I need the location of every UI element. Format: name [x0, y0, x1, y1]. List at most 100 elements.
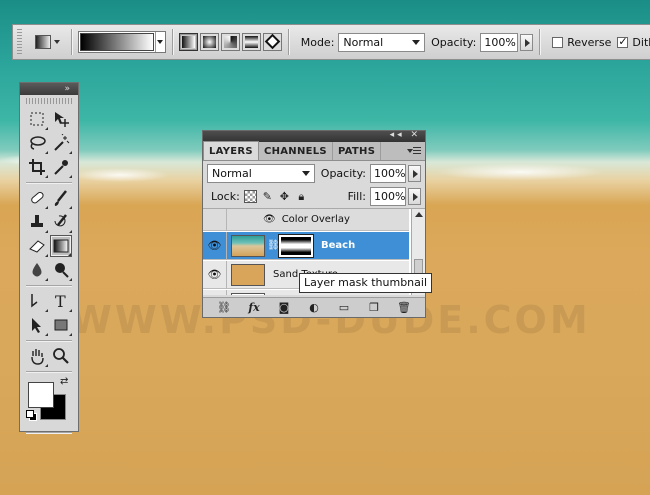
gradient-picker[interactable] — [77, 31, 166, 53]
layer-opacity-slider-button[interactable] — [408, 164, 421, 182]
gradient-tool[interactable] — [50, 235, 72, 257]
adjustment-layer-icon[interactable]: ◐ — [307, 301, 321, 314]
blur-tool[interactable] — [26, 259, 48, 281]
chevron-down-icon — [301, 170, 310, 176]
dither-option[interactable]: Dithe — [617, 35, 650, 49]
new-group-icon[interactable]: ▭ — [337, 301, 351, 314]
effect-visibility-icon[interactable]: 👁︎ — [263, 214, 276, 225]
options-bar-grip[interactable] — [17, 29, 23, 55]
lock-all-icon[interactable]: 🔒︎ — [295, 190, 308, 203]
tab-paths[interactable]: PATHS — [333, 142, 382, 160]
tool-preset-picker[interactable] — [30, 30, 65, 54]
diamond-gradient-button[interactable] — [262, 33, 282, 51]
marquee-tool[interactable] — [26, 108, 48, 130]
history-brush-tool[interactable] — [50, 211, 72, 233]
opacity-slider-button[interactable] — [520, 33, 534, 51]
eraser-tool[interactable] — [26, 235, 48, 257]
linear-gradient-button[interactable] — [178, 33, 198, 51]
eye-icon[interactable]: 👁︎ — [203, 231, 227, 260]
divider — [171, 29, 173, 55]
color-swatches: ⇄ — [26, 376, 72, 428]
zoom-tool[interactable] — [50, 345, 72, 367]
layer-thumbnail[interactable] — [231, 263, 265, 286]
divider — [26, 432, 72, 433]
dodge-tool[interactable] — [50, 259, 72, 281]
foreground-color-swatch[interactable] — [28, 382, 54, 408]
trash-icon[interactable]: 🗑︎ — [397, 301, 411, 314]
gradient-dropdown-button[interactable] — [154, 32, 165, 52]
eyedropper-tool[interactable] — [50, 156, 72, 178]
gradient-tool-preset-icon — [35, 35, 52, 49]
shape-tool[interactable] — [50, 314, 72, 336]
link-layers-icon[interactable]: ⛓︎ — [217, 301, 231, 314]
move-tool[interactable] — [50, 108, 72, 130]
path-selection-tool[interactable] — [26, 314, 48, 336]
panel-menu-icon[interactable] — [407, 146, 421, 156]
fx-icon[interactable]: fx — [247, 301, 261, 314]
layer-mask-thumbnail[interactable] — [278, 233, 314, 258]
tab-channels[interactable]: CHANNELS — [259, 142, 333, 160]
link-icon[interactable]: ⛓︎ — [267, 240, 280, 251]
pen-tool[interactable] — [26, 290, 48, 312]
crop-icon — [29, 159, 45, 175]
new-layer-icon[interactable]: ❐ — [367, 301, 381, 314]
default-colors-icon[interactable] — [26, 410, 37, 421]
layer-row-beach[interactable]: 👁︎ ⛓︎ Beach — [203, 231, 409, 260]
layer-visibility-cell[interactable] — [203, 289, 227, 295]
reverse-checkbox[interactable] — [552, 36, 564, 48]
magic-wand-tool[interactable] — [50, 132, 72, 154]
mode-select[interactable]: Normal — [338, 32, 426, 52]
crop-tool[interactable] — [26, 156, 48, 178]
layer-opacity-input[interactable]: 100% — [370, 163, 406, 183]
layer-name[interactable]: Beach — [321, 240, 355, 251]
tab-layers[interactable]: LAYERS — [203, 141, 259, 160]
opacity-input[interactable]: 100% — [480, 32, 519, 52]
blend-mode-value: Normal — [212, 166, 252, 180]
clone-stamp-tool[interactable] — [26, 211, 48, 233]
eyedropper-icon — [54, 160, 68, 175]
collapse-icon[interactable]: » — [64, 83, 70, 95]
scroll-up-icon[interactable] — [415, 212, 423, 217]
lock-image-icon[interactable]: ✎ — [261, 190, 274, 203]
tools-panel-grip[interactable] — [26, 98, 72, 104]
dither-checkbox[interactable] — [617, 35, 629, 48]
reflected-gradient-button[interactable] — [241, 33, 261, 51]
tools-panel-titlebar[interactable]: » — [20, 83, 78, 95]
layer-visibility-cell[interactable] — [203, 209, 227, 231]
reverse-label: Reverse — [567, 35, 612, 49]
divider — [26, 182, 72, 183]
effect-row[interactable]: 👁︎ Color Overlay — [203, 209, 409, 231]
magic-wand-icon — [54, 134, 70, 151]
lock-transparent-icon[interactable] — [243, 190, 257, 203]
healing-brush-tool[interactable] — [26, 187, 48, 209]
divider — [26, 340, 72, 341]
lasso-tool[interactable] — [26, 132, 48, 154]
blend-mode-select[interactable]: Normal — [207, 163, 315, 183]
path-selection-icon — [32, 318, 41, 333]
lock-position-icon[interactable]: ✥ — [278, 190, 291, 203]
layer-thumbnail[interactable] — [231, 234, 265, 257]
swap-colors-icon[interactable]: ⇄ — [60, 376, 68, 387]
angle-gradient-button[interactable] — [220, 33, 240, 51]
gradient-icon — [53, 239, 69, 253]
brush-tool[interactable] — [50, 187, 72, 209]
clone-stamp-icon — [31, 215, 43, 227]
dodge-icon — [55, 263, 69, 278]
fill-slider-button[interactable] — [408, 188, 421, 205]
eye-icon[interactable]: 👁︎ — [203, 260, 227, 289]
divider — [26, 285, 72, 286]
add-mask-icon[interactable]: ◙ — [277, 301, 291, 314]
type-tool[interactable]: T — [50, 290, 72, 312]
mode-value: Normal — [343, 35, 384, 49]
options-bar: Mode: Normal Opacity: 100% Reverse Dithe — [12, 24, 650, 60]
fill-input[interactable]: 100% — [370, 187, 406, 206]
panel-controls-icon[interactable]: ◂◂ ✕ — [390, 130, 421, 140]
layer-thumbnail[interactable] — [231, 292, 265, 295]
hand-tool[interactable] — [26, 345, 48, 367]
gradient-preview[interactable] — [79, 33, 154, 51]
hand-icon — [31, 349, 44, 365]
brush-icon — [54, 190, 67, 206]
radial-gradient-button[interactable] — [199, 33, 219, 51]
blur-icon — [32, 263, 42, 277]
reverse-option[interactable]: Reverse — [552, 36, 611, 49]
